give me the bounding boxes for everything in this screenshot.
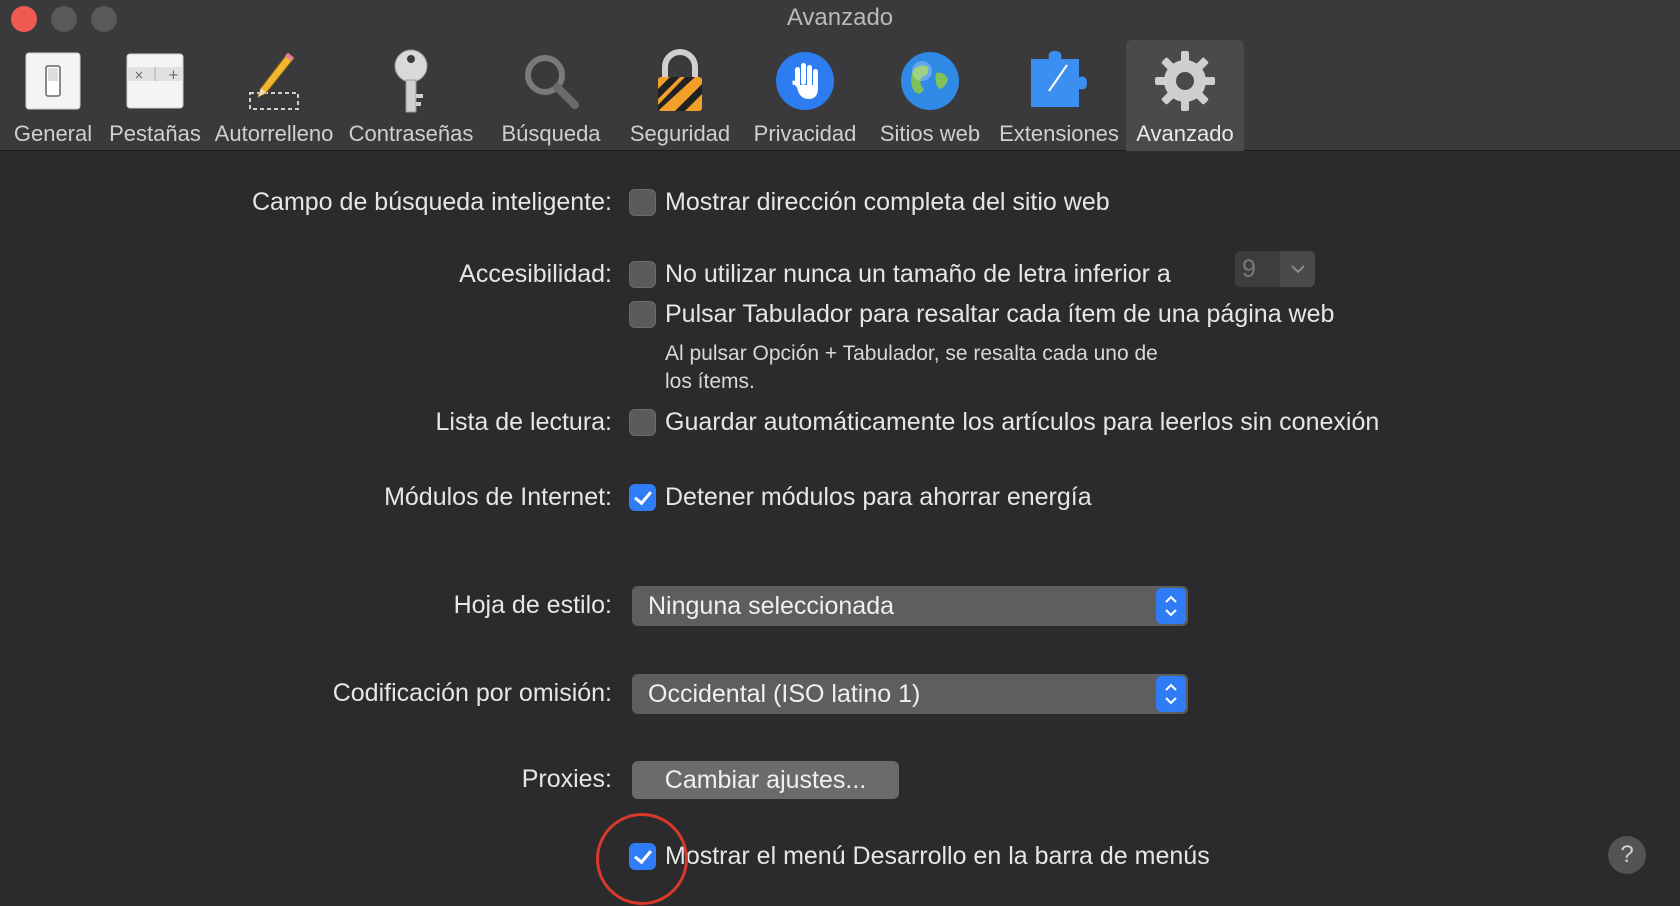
tab-contrasenas[interactable]: Contraseñas: [338, 40, 484, 151]
tab-privacidad-label: Privacidad: [753, 121, 857, 146]
stop-plugins-option-label[interactable]: Detener módulos para ahorrar energía: [665, 483, 1092, 512]
gear-icon: [1150, 46, 1220, 116]
change-settings-button[interactable]: Cambiar ajustes...: [632, 761, 899, 799]
tab-highlight-checkbox[interactable]: [629, 301, 656, 328]
stylesheet-popup[interactable]: Ninguna seleccionada: [632, 586, 1188, 626]
develop-menu-checkbox[interactable]: [629, 843, 656, 870]
tab-highlight-note: Al pulsar Opción + Tabulador, se resalta…: [665, 340, 1158, 396]
tab-seguridad[interactable]: Seguridad: [618, 40, 742, 151]
min-font-size-select[interactable]: 9: [1235, 251, 1315, 287]
switch-icon: [18, 46, 88, 116]
globe-icon: [895, 46, 965, 116]
tab-extensiones[interactable]: Extensiones: [992, 40, 1126, 151]
stop-plugins-checkbox[interactable]: [629, 484, 656, 511]
encoding-popup[interactable]: Occidental (ISO latino 1): [632, 674, 1188, 714]
tab-highlight-option-label[interactable]: Pulsar Tabulador para resaltar cada ítem…: [665, 300, 1334, 329]
pencil-icon: [239, 46, 309, 116]
tab-avanzado[interactable]: Avanzado: [1126, 40, 1244, 151]
tab-general[interactable]: General: [6, 40, 100, 151]
tab-seguridad-label: Seguridad: [629, 121, 731, 146]
puzzle-icon: [1024, 46, 1094, 116]
reading-list-label: Lista de lectura:: [435, 408, 613, 436]
tab-sitios-web-label: Sitios web: [879, 121, 981, 146]
proxies-label: Proxies:: [521, 765, 612, 793]
magnifier-icon: [516, 46, 586, 116]
preferences-toolbar: General × + Pestañas Autorrelleno Contras…: [0, 40, 1244, 151]
window-title: Avanzado: [786, 4, 894, 31]
min-font-size-value: 9: [1242, 255, 1256, 283]
smart-search-label: Campo de búsqueda inteligente:: [252, 188, 612, 216]
key-icon: [376, 46, 446, 116]
reading-list-option-label[interactable]: Guardar automáticamente los artículos pa…: [665, 408, 1379, 437]
tab-privacidad[interactable]: Privacidad: [742, 40, 868, 151]
padlock-icon: [645, 46, 715, 116]
tab-autorrelleno[interactable]: Autorrelleno: [210, 40, 338, 151]
up-down-arrows-icon: [1156, 588, 1186, 624]
window-toolbar: Avanzado General × + Pestañas Autorrellen…: [0, 0, 1680, 151]
tab-general-label: General: [13, 121, 93, 146]
stylesheet-value: Ninguna seleccionada: [648, 591, 895, 620]
up-down-arrows-icon: [1156, 676, 1186, 712]
encoding-value: Occidental (ISO latino 1): [648, 679, 921, 708]
min-font-size-option-label[interactable]: No utilizar nunca un tamaño de letra inf…: [665, 260, 1171, 289]
smart-search-option-label[interactable]: Mostrar dirección completa del sitio web: [665, 188, 1110, 217]
tab-pestanas-label: Pestañas: [109, 121, 201, 146]
tab-avanzado-label: Avanzado: [1136, 121, 1234, 146]
tabs-icon: × +: [120, 46, 190, 116]
plugins-label: Módulos de Internet:: [384, 483, 612, 511]
svg-text:×: ×: [134, 68, 144, 82]
tab-busqueda-label: Búsqueda: [501, 121, 601, 146]
stylesheet-label: Hoja de estilo:: [453, 591, 612, 619]
tab-highlight-note-line-1: Al pulsar Opción + Tabulador, se resalta…: [665, 342, 1158, 365]
tab-sitios-web[interactable]: Sitios web: [868, 40, 992, 151]
develop-menu-option-label[interactable]: Mostrar el menú Desarrollo en la barra d…: [665, 842, 1210, 871]
smart-search-checkbox[interactable]: [629, 189, 656, 216]
encoding-label: Codificación por omisión:: [332, 679, 612, 707]
tab-extensiones-label: Extensiones: [999, 121, 1119, 146]
hand-icon: [770, 46, 840, 116]
tab-autorrelleno-label: Autorrelleno: [214, 121, 334, 146]
accessibility-label: Accesibilidad:: [459, 260, 612, 288]
min-font-size-checkbox[interactable]: [629, 261, 656, 288]
tab-contrasenas-label: Contraseñas: [348, 121, 474, 146]
svg-text:+: +: [168, 68, 179, 83]
tab-pestanas[interactable]: × + Pestañas: [100, 40, 210, 151]
tab-busqueda[interactable]: Búsqueda: [484, 40, 618, 151]
reading-list-checkbox[interactable]: [629, 409, 656, 436]
chevron-down-icon: [1280, 251, 1315, 287]
tab-highlight-note-line-2: los ítems.: [665, 370, 755, 393]
help-button[interactable]: ?: [1608, 836, 1646, 874]
